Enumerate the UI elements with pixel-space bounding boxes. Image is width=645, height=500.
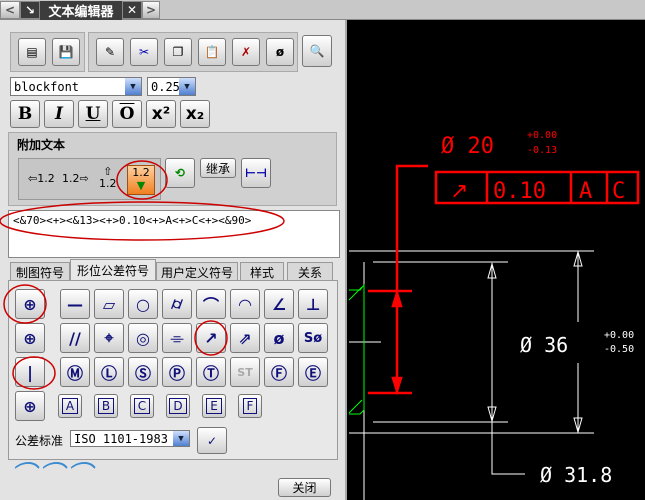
tol36-upper: +0.00 xyxy=(604,330,634,341)
dim31-text: Ø 31.8 xyxy=(540,463,612,487)
tol20-lower: -0.13 xyxy=(527,145,557,156)
fcf-tolerance: 0.10 xyxy=(493,179,546,204)
fcf-datum-a: A xyxy=(579,179,592,204)
dim20-text: Ø 20 xyxy=(441,134,494,159)
fcf-datum-c: C xyxy=(612,179,625,204)
dim36-text: Ø 36 xyxy=(520,333,568,357)
dimension-line-31 xyxy=(491,263,525,475)
tol36-lower: -0.50 xyxy=(604,344,634,355)
tol20-upper: +0.00 xyxy=(527,130,557,141)
cad-drawing: Ø 20 +0.00 -0.13 ↗ 0.10 A C Ø 36 +0.00 -… xyxy=(0,130,640,500)
highlight-circles xyxy=(0,160,285,390)
fcf-runout-symbol: ↗ xyxy=(450,179,468,204)
part-geometry xyxy=(348,283,365,415)
